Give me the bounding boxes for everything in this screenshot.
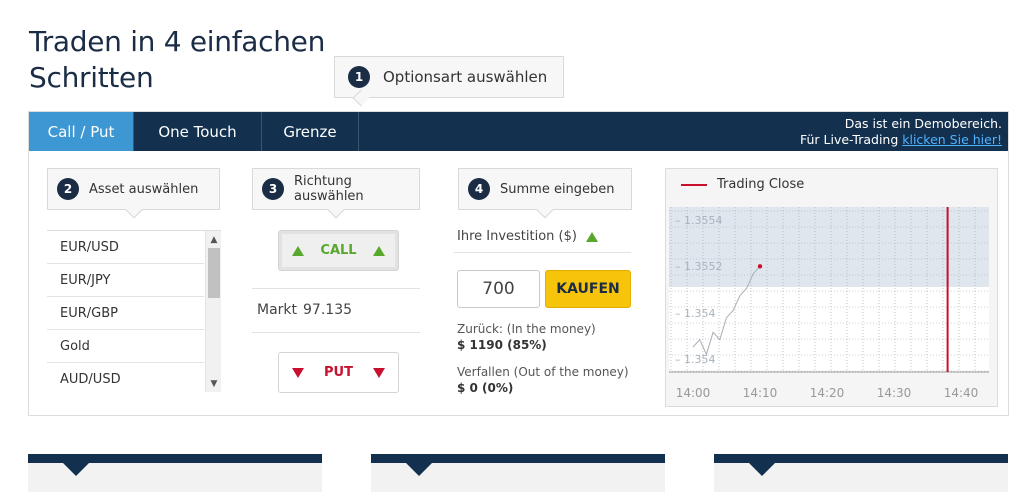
- tab-one-touch[interactable]: One Touch: [134, 112, 262, 151]
- step3-label: Richtung auswählen: [294, 174, 364, 204]
- demo-notice: Das ist ein Demobereich. Für Live-Tradin…: [800, 116, 1002, 148]
- page-title: Traden in 4 einfachen Schritten: [29, 24, 325, 96]
- step2-bubble-tail: [125, 201, 142, 219]
- step3-bubble: 3 Richtung auswählen: [252, 168, 420, 219]
- scroll-down-icon[interactable]: ▼: [206, 377, 221, 391]
- chart-current-point: [757, 264, 763, 269]
- chart-lower-area: [669, 287, 989, 372]
- asset-item-eur-gbp[interactable]: EUR/GBP: [47, 297, 204, 330]
- asset-item-eur-usd[interactable]: EUR/USD: [47, 231, 204, 264]
- call-button-label: CALL: [320, 243, 357, 258]
- page-title-line1: Traden in 4 einfachen: [29, 25, 326, 58]
- asset-item-aud-usd[interactable]: AUD/USD: [47, 363, 204, 392]
- divider: [252, 332, 420, 333]
- next-section-panel: [28, 454, 322, 492]
- chart-x-tick-label: 14:00: [676, 386, 711, 400]
- chart-y-tick-label: – 1.3554: [675, 214, 723, 227]
- demo-notice-prefix: Für Live-Trading: [799, 132, 903, 147]
- price-chart: Trading Close 14:00 14:10 14:20 14:30 14:40 –…: [665, 168, 998, 407]
- investment-amount-input[interactable]: [457, 270, 540, 308]
- return-value: $ 1190 (85%): [457, 338, 547, 352]
- arrow-down-icon: [372, 367, 385, 378]
- tab-call-put[interactable]: Call / Put: [29, 112, 134, 151]
- step4-label: Summe eingeben: [500, 181, 615, 197]
- step1-number: 1: [348, 66, 370, 88]
- next-section-panel: [714, 454, 1008, 492]
- scrollbar-thumb[interactable]: [208, 248, 220, 298]
- market-value: 97.135: [303, 302, 353, 318]
- step2-bubble: 2 Asset auswählen: [47, 168, 220, 219]
- arrow-up-icon: [372, 245, 385, 256]
- divider: [454, 252, 631, 253]
- arrow-down-icon: [292, 367, 304, 378]
- step4-number: 4: [468, 178, 490, 200]
- investment-label: Ihre Investition ($): [457, 229, 598, 244]
- step3-bubble-tail: [327, 201, 345, 219]
- expire-label: Verfallen (Out of the money): [457, 365, 629, 379]
- panel-notch: [405, 462, 433, 476]
- step2-number: 2: [57, 178, 79, 200]
- legend-line-swatch: [681, 183, 707, 186]
- market-label: Markt: [257, 302, 298, 318]
- chart-plot: 14:00 14:10 14:20 14:30 14:40 – 1.3554 – 1.355…: [669, 207, 989, 400]
- tab-grenze[interactable]: Grenze: [262, 112, 359, 151]
- step3-number: 3: [262, 178, 284, 200]
- put-button-label: PUT: [324, 365, 353, 380]
- put-button[interactable]: PUT: [278, 352, 399, 393]
- chart-y-tick-label: – 1.3552: [675, 260, 723, 273]
- asset-item-gold[interactable]: Gold: [47, 330, 204, 363]
- call-button[interactable]: CALL: [278, 230, 399, 271]
- expire-value: $ 0 (0%): [457, 381, 514, 395]
- investment-label-text: Ihre Investition ($): [457, 229, 577, 244]
- next-section-panel: [371, 454, 665, 492]
- panel-notch: [62, 462, 90, 476]
- chart-x-tick-label: 14:30: [877, 386, 912, 400]
- step1-label: Optionsart auswählen: [383, 68, 548, 86]
- step1-bubble: 1 Optionsart auswählen: [334, 56, 564, 107]
- chart-legend: Trading Close: [681, 177, 804, 192]
- arrow-up-icon: [292, 245, 304, 256]
- option-type-tabs: Call / Put One Touch Grenze Das ist ein …: [29, 112, 1008, 151]
- asset-list-scrollbar[interactable]: ▲ ▼: [205, 231, 221, 392]
- divider: [252, 288, 420, 289]
- demo-notice-line2: Für Live-Trading klicken Sie hier!: [800, 132, 1002, 148]
- scroll-up-icon[interactable]: ▲: [206, 233, 221, 247]
- arrow-up-icon: [585, 231, 598, 242]
- payout-in-the-money: Zurück: (In the money) $ 1190 (85%): [457, 321, 596, 353]
- chart-x-tick-label: 14:40: [944, 386, 979, 400]
- asset-list: EUR/USD EUR/JPY EUR/GBP Gold AUD/USD ▲ ▼: [47, 230, 221, 392]
- chart-y-tick-label: – 1.354: [675, 353, 716, 366]
- chart-y-tick-label: – 1.354: [675, 307, 716, 320]
- chart-x-tick-label: 14:20: [810, 386, 845, 400]
- chart-x-tick-label: 14:10: [743, 386, 778, 400]
- return-label: Zurück: (In the money): [457, 322, 596, 336]
- trading-widget: Call / Put One Touch Grenze Das ist ein …: [28, 111, 1009, 416]
- buy-button[interactable]: KAUFEN: [545, 270, 631, 308]
- page-title-line2: Schritten: [29, 61, 154, 94]
- step1-bubble-tail: [352, 89, 370, 107]
- market-price: Markt 97.135: [257, 302, 352, 318]
- panel-notch: [748, 462, 776, 476]
- step4-bubble-tail: [536, 201, 554, 219]
- demo-notice-line1: Das ist ein Demobereich.: [844, 116, 1002, 131]
- asset-item-eur-jpy[interactable]: EUR/JPY: [47, 264, 204, 297]
- step4-bubble: 4 Summe eingeben: [458, 168, 632, 219]
- legend-label: Trading Close: [717, 177, 805, 192]
- payout-out-of-the-money: Verfallen (Out of the money) $ 0 (0%): [457, 364, 629, 396]
- live-trading-link[interactable]: klicken Sie hier!: [902, 132, 1002, 147]
- step2-label: Asset auswählen: [89, 181, 199, 197]
